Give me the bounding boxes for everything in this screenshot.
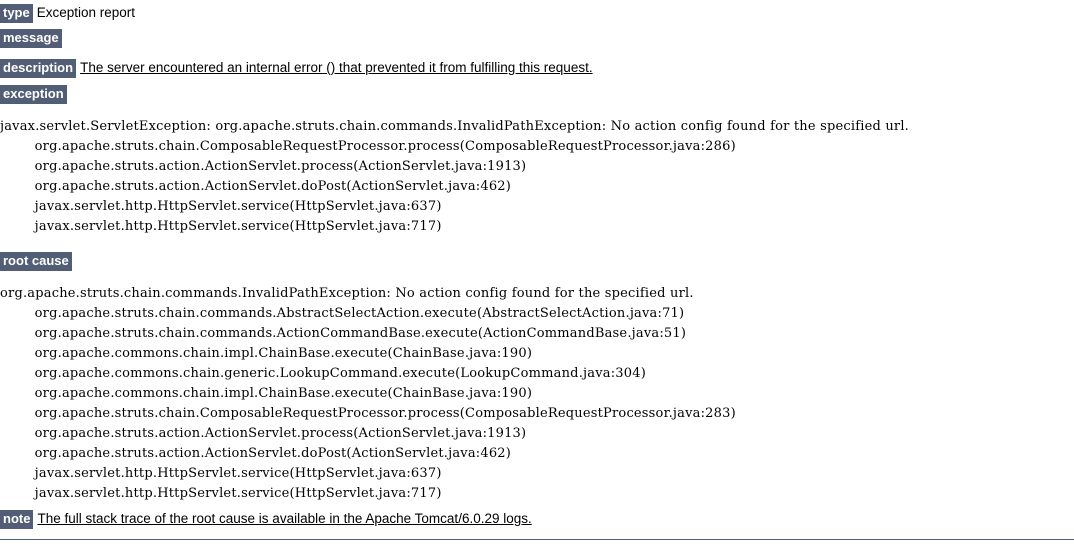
note-label: note	[0, 510, 34, 529]
description-value: The server encountered an internal error…	[80, 60, 593, 75]
type-row: type Exception report	[0, 0, 1074, 26]
footer-divider	[0, 539, 1074, 541]
exception-stack-trace: javax.servlet.ServletException: org.apac…	[0, 119, 910, 234]
note-row: note The full stack trace of the root cau…	[0, 508, 1074, 530]
exception-trace-block: javax.servlet.ServletException: org.apac…	[0, 112, 1074, 237]
message-row: message	[0, 26, 1074, 54]
exception-label: exception	[0, 85, 67, 104]
spacer-after-exception	[0, 237, 1074, 249]
message-label: message	[0, 29, 62, 48]
root-cause-label: root cause	[0, 252, 72, 271]
root-cause-stack-trace: org.apache.struts.chain.commands.Invalid…	[0, 286, 736, 501]
type-value: Exception report	[36, 5, 136, 20]
root-cause-trace-block: org.apache.struts.chain.commands.Invalid…	[0, 279, 1074, 504]
note-value: The full stack trace of the root cause i…	[37, 511, 532, 526]
description-row: description The server encountered an int…	[0, 54, 1074, 82]
bottom-rule-wrap	[0, 530, 1074, 541]
type-label: type	[0, 4, 33, 23]
description-label: description	[0, 59, 77, 78]
root-cause-heading: root cause	[0, 249, 1074, 279]
error-page: type Exception report message description…	[0, 0, 1074, 541]
exception-heading: exception	[0, 82, 1074, 112]
